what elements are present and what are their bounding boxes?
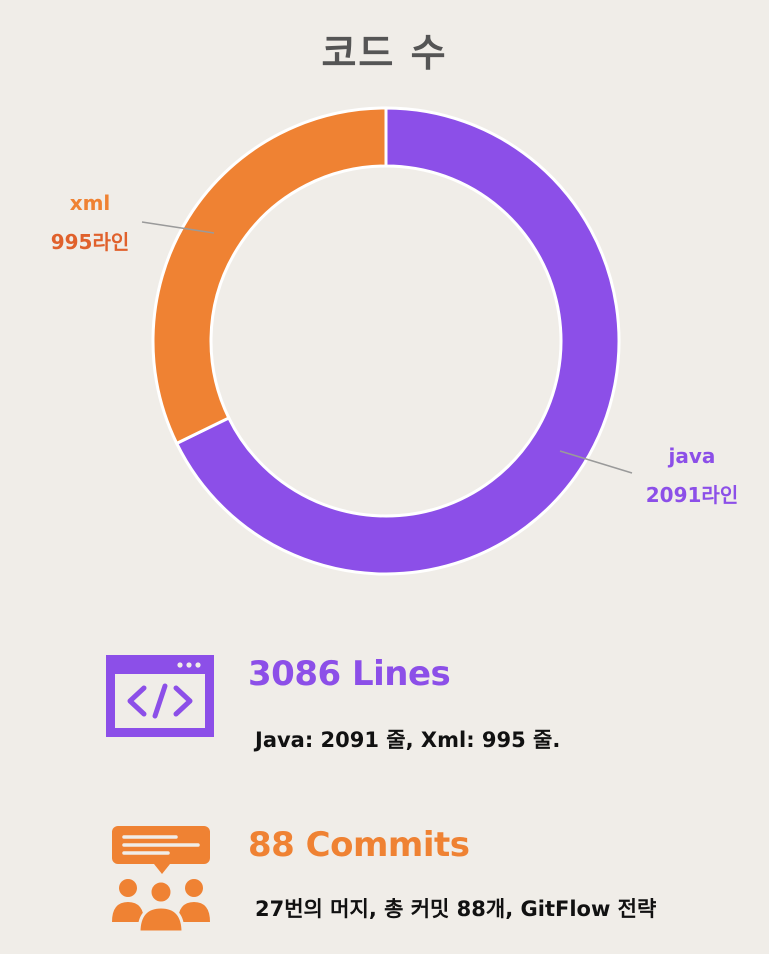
slice-xml [151, 106, 388, 446]
code-window-icon [106, 655, 214, 737]
slice-label-xml: xml [70, 191, 111, 215]
lines-stat-title: 3086 Lines [248, 654, 451, 694]
commits-stat-description: 27번의 머지, 총 커밋 88개, GitFlow 전략 [255, 897, 657, 921]
slice-value-xml: 995라인 [51, 230, 130, 254]
team-chat-icon [112, 826, 210, 934]
lines-stat-description: Java: 2091 줄, Xml: 995 줄. [255, 728, 561, 752]
donut-chart: java 2091라인 xml 995라인 [51, 106, 738, 576]
slice-value-java: 2091라인 [646, 483, 738, 507]
slice-label-java: java [668, 444, 716, 468]
commits-stat-title: 88 Commits [248, 825, 470, 865]
